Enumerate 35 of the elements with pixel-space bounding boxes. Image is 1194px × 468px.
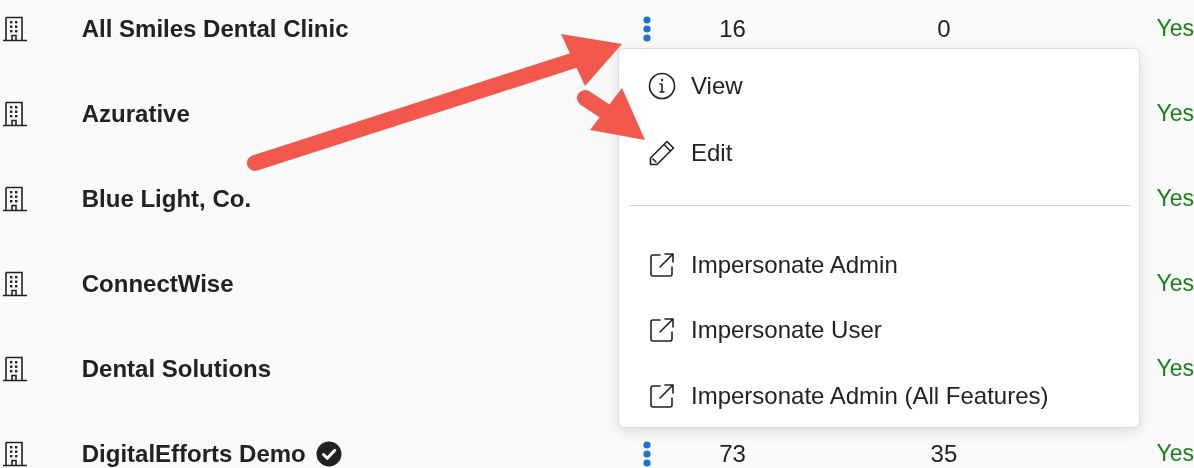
company-name: ConnectWise (81, 268, 234, 299)
menu-item[interactable]: Impersonate Admin (648, 237, 898, 293)
status-text: Yes (1156, 439, 1194, 468)
count-cell-text: 35 (930, 438, 958, 468)
status-text: Yes (1156, 269, 1194, 299)
building-icon (2, 355, 28, 382)
count-cell-text: 73 (719, 438, 746, 468)
building-icon (2, 270, 28, 297)
company-name: DigitalEfforts Demo (81, 438, 306, 468)
company-name: Azurative (81, 98, 190, 129)
menu-item[interactable]: Edit (648, 125, 733, 181)
count-cell-text: 0 (937, 13, 951, 44)
info-icon (648, 72, 676, 100)
building-icon (2, 440, 28, 467)
building-icon (2, 185, 28, 212)
menu-item[interactable]: Impersonate User (648, 302, 882, 358)
more-options-icon[interactable] (641, 15, 652, 42)
external-link-icon (648, 316, 676, 344)
external-link-icon (648, 382, 676, 410)
status-text: Yes (1156, 14, 1194, 44)
company-name: Blue Light, Co. (81, 183, 252, 214)
company-name: Dental Solutions (81, 353, 272, 384)
pencil-icon (648, 139, 676, 167)
more-options-icon[interactable] (641, 440, 652, 467)
building-icon (2, 15, 28, 42)
verified-icon (315, 440, 342, 467)
status-text: Yes (1156, 184, 1194, 214)
building-icon (2, 100, 28, 127)
menu-item[interactable]: Impersonate Admin (All Features) (648, 368, 1049, 424)
count-cell-text: 16 (719, 13, 746, 44)
company-name: All Smiles Dental Clinic (81, 13, 349, 44)
external-link-icon (648, 251, 676, 279)
menu-item[interactable]: View (648, 58, 743, 114)
status-text: Yes (1156, 354, 1194, 384)
status-text: Yes (1156, 99, 1194, 129)
